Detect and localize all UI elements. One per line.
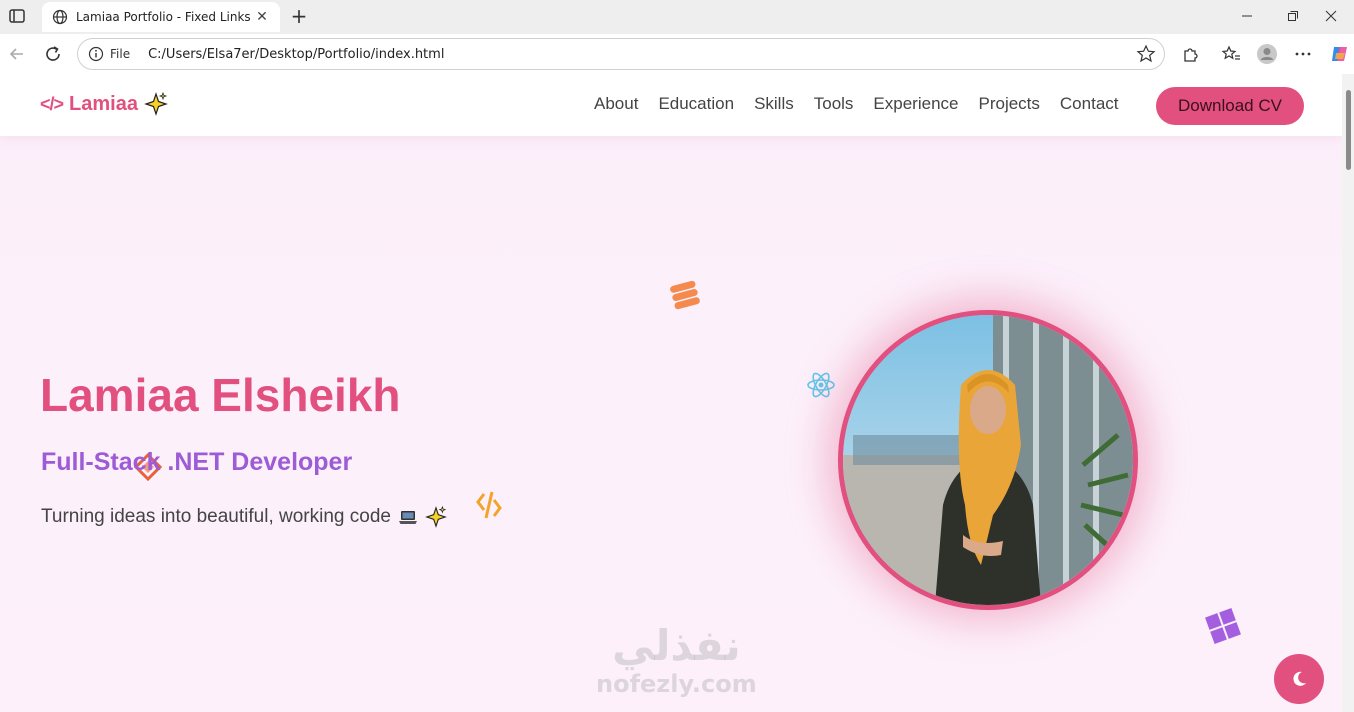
favorites-icon[interactable] <box>1220 43 1242 65</box>
tagline-text: Turning ideas into beautiful, working co… <box>41 506 391 527</box>
site-logo[interactable]: </> Lamiaa <box>40 92 168 116</box>
code-icon: </> <box>40 93 64 114</box>
address-toolbar: File C:/Users/Elsa7er/Desktop/Portfolio/… <box>0 34 1354 74</box>
tab-actions-icon[interactable] <box>8 7 26 25</box>
nav-education[interactable]: Education <box>658 94 734 114</box>
globe-icon <box>52 9 68 25</box>
close-window-icon <box>1325 10 1337 22</box>
nav-skills[interactable]: Skills <box>754 94 794 114</box>
tab-title: Lamiaa Portfolio - Fixed Links <box>76 10 251 24</box>
theme-toggle-button[interactable] <box>1274 654 1324 704</box>
extensions-icon[interactable] <box>1179 43 1201 65</box>
star-icon[interactable] <box>1136 44 1156 64</box>
browser-tabbar: Lamiaa Portfolio - Fixed Links ✕ + <box>0 0 1354 34</box>
nav-about[interactable]: About <box>594 94 638 114</box>
sparkles-icon <box>144 92 168 116</box>
profile-photo-image <box>843 315 1133 605</box>
restore-icon <box>1288 11 1298 21</box>
more-icon[interactable] <box>1292 43 1314 65</box>
scheme-label: File <box>110 47 131 61</box>
logo-text: Lamiaa <box>69 92 138 115</box>
profile-icon[interactable] <box>1256 43 1278 65</box>
nav-experience[interactable]: Experience <box>873 94 958 114</box>
close-window-button[interactable] <box>1308 4 1354 28</box>
browser-tab[interactable]: Lamiaa Portfolio - Fixed Links ✕ <box>42 2 280 32</box>
database-icon <box>670 280 700 310</box>
minimize-button[interactable] <box>1224 4 1270 28</box>
nav-contact[interactable]: Contact <box>1060 94 1119 114</box>
react-icon <box>807 372 835 398</box>
laptop-icon <box>398 511 417 524</box>
copilot-icon[interactable] <box>1329 43 1351 65</box>
address-bar[interactable]: File C:/Users/Elsa7er/Desktop/Portfolio/… <box>77 38 1165 70</box>
close-icon[interactable]: ✕ <box>254 9 270 25</box>
hero-role: Full-Stack .NET Developer <box>41 448 353 476</box>
site-header: </> Lamiaa About Education Skills Tools … <box>0 74 1342 136</box>
scrollbar-thumb[interactable] <box>1346 90 1351 170</box>
sparkles-icon <box>425 506 447 528</box>
moon-icon <box>1293 671 1306 686</box>
code-icon <box>476 491 502 519</box>
watermark: نفذلي nofezly.com <box>596 621 757 699</box>
profile-photo <box>838 310 1138 610</box>
watermark-latin: nofezly.com <box>596 670 757 698</box>
watermark-arabic: نفذلي <box>612 621 741 670</box>
back-icon[interactable] <box>6 43 28 65</box>
portfolio-page: </> Lamiaa About Education Skills Tools … <box>0 74 1354 712</box>
main-nav: About Education Skills Tools Experience … <box>594 94 1139 114</box>
info-icon[interactable] <box>88 46 104 62</box>
hero-name: Lamiaa Elsheikh <box>40 369 401 421</box>
url-text[interactable]: C:/Users/Elsa7er/Desktop/Portfolio/index… <box>148 47 1136 62</box>
reload-icon[interactable] <box>42 43 64 65</box>
plus-icon[interactable]: + <box>287 4 311 28</box>
nav-projects[interactable]: Projects <box>978 94 1039 114</box>
minimize-icon <box>1242 15 1252 17</box>
download-cv-button[interactable]: Download CV <box>1156 87 1304 125</box>
nav-tools[interactable]: Tools <box>814 94 854 114</box>
windows-icon <box>1205 608 1241 644</box>
hero-tagline: Turning ideas into beautiful, working co… <box>41 506 447 528</box>
